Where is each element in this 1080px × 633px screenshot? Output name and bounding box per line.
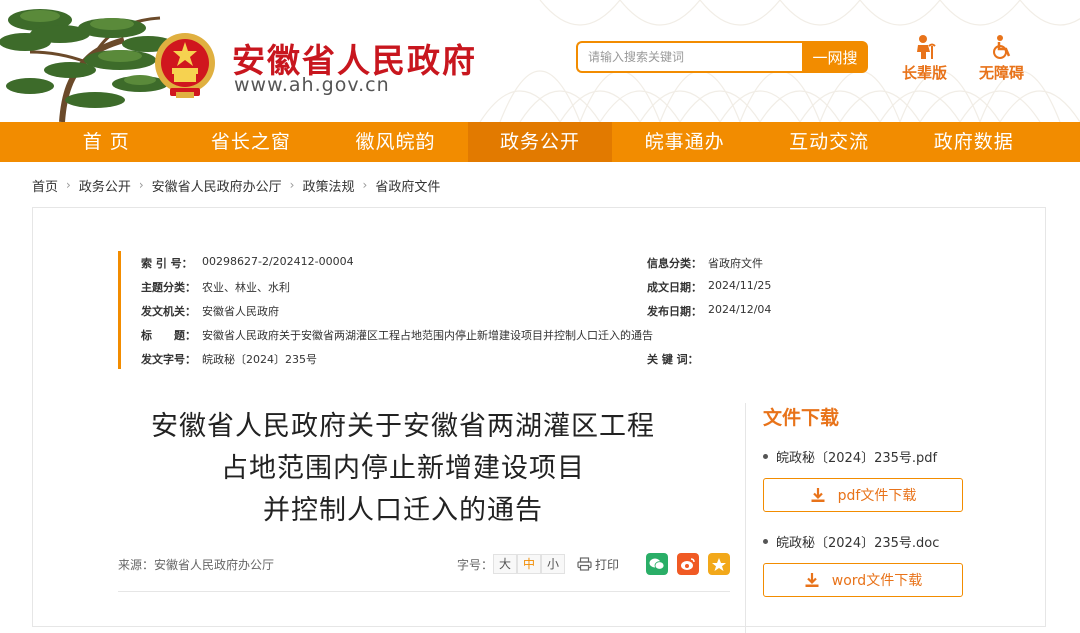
breadcrumb-provincial-docs[interactable]: 省政府文件 — [375, 176, 440, 195]
print-label: 打印 — [594, 557, 619, 572]
font-size-medium-button[interactable]: 中 — [516, 554, 541, 574]
share-qzone-button[interactable] — [708, 553, 730, 575]
chevron-right-icon: › — [66, 178, 71, 192]
bullet-icon — [763, 539, 768, 544]
site-header: 安徽省人民政府 www.ah.gov.cn 一网搜 长辈版 无障碍 — [0, 0, 1080, 122]
meta-created-value: 2024/11/25 — [708, 279, 772, 292]
search-button[interactable]: 一网搜 — [802, 41, 868, 73]
main-nav: 首 页 省长之窗 徽风皖韵 政务公开 皖事通办 互动交流 政府数据 — [0, 122, 1080, 162]
meta-row-index: 索 引 号： 00298627-2/202412-00004 — [141, 255, 354, 271]
toolbar-divider — [118, 591, 730, 592]
chevron-right-icon: › — [138, 178, 144, 192]
nav-item-home[interactable]: 首 页 — [34, 122, 179, 162]
meta-created-label: 成文日期： — [647, 281, 702, 294]
article-title-line-2: 占地范围内停止新增建设项目 — [221, 453, 585, 484]
meta-issuer-label: 发文机关： — [141, 305, 196, 318]
share-weibo-button[interactable] — [677, 553, 699, 575]
breadcrumb-policies[interactable]: 政策法规 — [302, 176, 354, 195]
meta-docno-label: 发文字号： — [141, 353, 196, 366]
meta-title-label: 标 题： — [141, 329, 196, 342]
site-url: www.ah.gov.cn — [234, 74, 390, 96]
meta-published-value: 2024/12/04 — [708, 303, 772, 316]
breadcrumb-gov-affairs[interactable]: 政务公开 — [79, 176, 131, 195]
meta-category-value: 省政府文件 — [708, 257, 763, 270]
chevron-right-icon: › — [362, 178, 368, 192]
meta-row-published: 发布日期： 2024/12/04 — [647, 303, 771, 319]
nav-item-governor[interactable]: 省长之窗 — [179, 122, 324, 162]
meta-topic-label: 主题分类： — [141, 281, 196, 294]
document-card: 索 引 号： 00298627-2/202412-00004 信息分类： 省政府… — [32, 207, 1046, 633]
meta-topic-value: 农业、林业、水利 — [202, 281, 290, 294]
article-source: 来源：安徽省人民政府办公厅 — [118, 557, 275, 572]
share-wechat-button[interactable] — [646, 553, 668, 575]
meta-index-value: 00298627-2/202412-00004 — [202, 255, 354, 268]
font-size-label: 字号： — [456, 557, 493, 572]
pdf-download-label: pdf文件下载 — [837, 488, 917, 504]
pine-tree-graphic — [0, 9, 174, 122]
font-size-small-button[interactable]: 小 — [540, 554, 565, 574]
star-icon — [712, 557, 726, 571]
article-title-line-3: 并控制人口迁入的通告 — [263, 495, 543, 526]
download-file-pdf: 皖政秘〔2024〕235号.pdf — [763, 447, 1025, 466]
article-title-line-1: 安徽省人民政府关于安徽省两湖灌区工程 — [151, 411, 655, 442]
nav-item-gov-affairs[interactable]: 政务公开 — [467, 122, 613, 162]
word-download-label: word文件下载 — [831, 573, 923, 589]
download-file-doc: 皖政秘〔2024〕235号.doc — [763, 532, 1025, 551]
accessibility-link[interactable]: 无障碍 — [979, 34, 1024, 83]
meta-row-issuer: 发文机关： 安徽省人民政府 — [141, 303, 279, 319]
meta-issuer-value: 安徽省人民政府 — [202, 305, 279, 318]
elder-icon — [916, 35, 936, 59]
meta-row-category: 信息分类： 省政府文件 — [647, 255, 763, 271]
download-pdf-filename: 皖政秘〔2024〕235号.pdf — [776, 451, 938, 466]
meta-category-label: 信息分类： — [647, 257, 702, 270]
document-metadata: 索 引 号： 00298627-2/202412-00004 信息分类： 省政府… — [118, 251, 773, 369]
font-size-switcher: 大 中 小 — [492, 554, 565, 574]
meta-index-label: 索 引 号： — [141, 257, 193, 270]
download-panel-title: 文件下载 — [763, 407, 840, 429]
article-toolbar: 来源：安徽省人民政府办公厅 字号： 大 中 小 打印 — [118, 548, 730, 580]
search-input[interactable] — [576, 41, 802, 73]
meta-title-value: 安徽省人民政府关于安徽省两湖灌区工程占地范围内停止新增建设项目并控制人口迁入的通… — [202, 329, 653, 342]
national-emblem-icon — [155, 33, 215, 98]
wechat-icon — [649, 558, 665, 570]
meta-row-keywords: 关 键 词： — [647, 351, 708, 367]
accessibility-label: 无障碍 — [979, 64, 1025, 82]
bullet-icon — [763, 454, 768, 459]
search-bar: 一网搜 — [576, 41, 868, 73]
nav-item-interaction[interactable]: 互动交流 — [757, 122, 902, 162]
meta-row-topic: 主题分类： 农业、林业、水利 — [141, 279, 290, 295]
nav-item-culture[interactable]: 徽风皖韵 — [323, 122, 468, 162]
download-doc-filename: 皖政秘〔2024〕235号.doc — [776, 536, 940, 551]
meta-row-created: 成文日期： 2024/11/25 — [647, 279, 771, 295]
breadcrumb-office[interactable]: 安徽省人民政府办公厅 — [152, 176, 282, 195]
pdf-download-button[interactable]: pdf文件下载 — [763, 478, 963, 512]
download-panel: 文件下载 皖政秘〔2024〕235号.pdf pdf文件下载 皖政秘〔2024〕… — [745, 403, 1025, 633]
word-download-button[interactable]: word文件下载 — [763, 563, 963, 597]
breadcrumb: 首页 › 政务公开 › 安徽省人民政府办公厅 › 政策法规 › 省政府文件 — [0, 162, 1080, 208]
meta-row-docno: 发文字号： 皖政秘〔2024〕235号 — [141, 351, 317, 367]
article-title: 安徽省人民政府关于安徽省两湖灌区工程 占地范围内停止新增建设项目 并控制人口迁入… — [123, 406, 683, 532]
meta-row-title: 标 题： 安徽省人民政府关于安徽省两湖灌区工程占地范围内停止新增建设项目并控制人… — [141, 327, 653, 343]
download-icon — [805, 573, 819, 587]
chevron-right-icon: › — [289, 178, 295, 192]
meta-docno-value: 皖政秘〔2024〕235号 — [202, 353, 317, 366]
meta-keywords-label: 关 键 词： — [647, 353, 699, 366]
breadcrumb-home[interactable]: 首页 — [32, 176, 58, 195]
font-size-large-button[interactable]: 大 — [492, 554, 517, 574]
print-button[interactable]: 打印 — [577, 556, 619, 573]
nav-item-data[interactable]: 政府数据 — [901, 122, 1046, 162]
nav-item-services[interactable]: 皖事通办 — [612, 122, 757, 162]
download-icon — [811, 488, 825, 502]
meta-published-label: 发布日期： — [647, 305, 702, 318]
elder-mode-label: 长辈版 — [902, 64, 948, 82]
elder-mode-link[interactable]: 长辈版 — [902, 34, 947, 83]
printer-icon — [577, 557, 592, 571]
wheelchair-icon — [992, 35, 1010, 59]
weibo-icon — [681, 558, 695, 570]
